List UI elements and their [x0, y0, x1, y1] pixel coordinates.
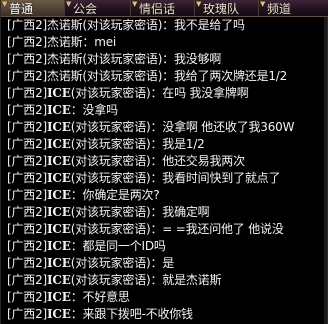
message-text: (对该玩家密语)：在吗 我没拿牌啊 — [70, 86, 249, 100]
tab-label: 情侣话 — [139, 1, 176, 16]
message-text: (对该玩家密语)：我给了两次牌还是1/2 — [82, 69, 288, 83]
channel-tag: [广西2] — [7, 69, 47, 83]
speaker-name[interactable]: ICE — [47, 103, 71, 117]
message-text: (对该玩家密语)：就是杰诺斯 — [70, 273, 222, 287]
message-text: (对该玩家密语)：他还交易我两次 — [70, 154, 245, 168]
message-text: (对该玩家密语)：没拿啊 他还收了我360W — [70, 120, 295, 134]
channel-tag: [广西2] — [7, 52, 47, 66]
speaker-name[interactable]: ICE — [47, 86, 71, 100]
chat-message: [广西2]ICE：都是同一个ID吗 — [7, 238, 328, 255]
speaker-name[interactable]: 杰诺斯 — [47, 52, 83, 66]
chat-message: [广西2]ICE(对该玩家密语)：就是杰诺斯 — [7, 272, 328, 289]
speaker-name[interactable]: ICE — [47, 137, 71, 151]
chat-message: [广西2]ICE(对该玩家密语)：我看时间快到了就点了 — [7, 170, 328, 187]
message-text: ：不好意思 — [70, 290, 130, 304]
speaker-name[interactable]: ICE — [47, 120, 71, 134]
channel-tag: [广西2] — [7, 307, 47, 321]
tab-normal[interactable]: ▼ 普通 — [1, 0, 65, 16]
message-text: (对该玩家密语)：我确定啊 — [70, 205, 210, 219]
chat-message: [广西2]ICE(对该玩家密语)：没拿啊 他还收了我360W — [7, 119, 328, 136]
tab-arrow-icon: ▼ — [260, 0, 266, 8]
tab-rose-team[interactable]: ▼ 玫瑰队 — [195, 0, 259, 16]
channel-tag: [广西2] — [7, 171, 47, 185]
chat-message: [广西2]ICE(对该玩家密语)：是 — [7, 255, 328, 272]
channel-tag: [广西2] — [7, 154, 47, 168]
chat-message: [广西2]ICE(对该玩家密语)：在吗 我没拿牌啊 — [7, 85, 328, 102]
channel-tag: [广西2] — [7, 205, 47, 219]
message-text: (对该玩家密语)：= =我还问他了 他说没 — [70, 222, 284, 236]
channel-tag: [广西2] — [7, 273, 47, 287]
tab-channel[interactable]: ▼ 频道 — [259, 0, 328, 16]
speaker-name[interactable]: ICE — [47, 171, 71, 185]
tab-label: 频道 — [267, 1, 292, 16]
speaker-name[interactable]: ICE — [47, 307, 71, 321]
tab-label: 玫瑰队 — [203, 1, 240, 16]
message-text: (对该玩家密语)：我看时间快到了就点了 — [70, 171, 281, 185]
message-text: (对该玩家密语)：我是1/2 — [70, 137, 205, 151]
speaker-name[interactable]: ICE — [47, 273, 71, 287]
tab-arrow-icon: ▼ — [196, 0, 202, 8]
chat-scroll-edge — [324, 17, 327, 324]
message-text: (对该玩家密语)：我不是给了吗 — [82, 18, 245, 32]
speaker-name[interactable]: ICE — [47, 256, 71, 270]
tab-couple[interactable]: ▼ 情侣话 — [131, 0, 195, 16]
chat-message: [广西2]ICE(对该玩家密语)：我是1/2 — [7, 136, 328, 153]
chat-message: [广西2]ICE：不好意思 — [7, 289, 328, 306]
chat-message: [广西2]ICE：来跟下拨吧-不收你钱 — [7, 306, 328, 323]
speaker-name[interactable]: 杰诺斯 — [47, 35, 83, 49]
speaker-name[interactable]: ICE — [47, 239, 71, 253]
tab-guild[interactable]: ▼ 公会 — [65, 0, 131, 16]
speaker-name[interactable]: ICE — [47, 154, 71, 168]
chat-message: [广西2]ICE：你确定是两次? — [7, 187, 328, 204]
message-text: (对该玩家密语)：是 — [70, 256, 175, 270]
speaker-name[interactable]: ICE — [47, 205, 71, 219]
speaker-name[interactable]: 杰诺斯 — [47, 18, 83, 32]
tab-label: 公会 — [73, 1, 98, 16]
channel-tag: [广西2] — [7, 188, 47, 202]
chat-tab-bar: ▼ 普通 ▼ 公会 ▼ 情侣话 ▼ 玫瑰队 ▼ 频道 — [1, 0, 328, 17]
channel-tag: [广西2] — [7, 103, 47, 117]
chat-message: [广西2]杰诺斯(对该玩家密语)：我没够啊 — [7, 51, 328, 68]
chat-message: [广西2]杰诺斯(对该玩家密语)：我给了两次牌还是1/2 — [7, 68, 328, 85]
speaker-name[interactable]: ICE — [47, 222, 71, 236]
chat-message: [广西2]ICE(对该玩家密语)：= =我还问他了 他说没 — [7, 221, 328, 238]
chat-message: [广西2]ICE：没拿吗 — [7, 102, 328, 119]
chat-message: [广西2]杰诺斯(对该玩家密语)：我不是给了吗 — [7, 17, 328, 34]
chat-message: [广西2]杰诺斯：mei — [7, 34, 328, 51]
channel-tag: [广西2] — [7, 239, 47, 253]
message-text: ：来跟下拨吧-不收你钱 — [70, 307, 193, 321]
chat-message: [广西2]ICE(对该玩家密语)：我确定啊 — [7, 204, 328, 221]
channel-tag: [广西2] — [7, 120, 47, 134]
chat-window: ▼ 普通 ▼ 公会 ▼ 情侣话 ▼ 玫瑰队 ▼ 频道 [广西2]杰诺斯(对该玩家… — [0, 0, 328, 324]
chat-message: [广西2]ICE(对该玩家密语)：他还交易我两次 — [7, 153, 328, 170]
message-text: ：都是同一个ID吗 — [70, 239, 166, 253]
speaker-name[interactable]: 杰诺斯 — [47, 69, 83, 83]
message-text: ：没拿吗 — [70, 103, 118, 117]
message-text: ：你确定是两次? — [70, 188, 160, 202]
channel-tag: [广西2] — [7, 256, 47, 270]
tab-arrow-icon: ▼ — [132, 0, 138, 8]
channel-tag: [广西2] — [7, 86, 47, 100]
channel-tag: [广西2] — [7, 35, 47, 49]
speaker-name[interactable]: ICE — [47, 188, 71, 202]
message-text: (对该玩家密语)：我没够啊 — [82, 52, 222, 66]
message-text: ：mei — [82, 35, 117, 49]
channel-tag: [广西2] — [7, 222, 47, 236]
channel-tag: [广西2] — [7, 290, 47, 304]
tab-label: 普通 — [9, 1, 34, 16]
tab-arrow-icon: ▼ — [66, 0, 72, 8]
channel-tag: [广西2] — [7, 137, 47, 151]
speaker-name[interactable]: ICE — [47, 290, 71, 304]
tab-arrow-icon: ▼ — [2, 0, 8, 8]
channel-tag: [广西2] — [7, 18, 47, 32]
chat-log[interactable]: [广西2]杰诺斯(对该玩家密语)：我不是给了吗 [广西2]杰诺斯：mei [广西2]… — [1, 17, 328, 324]
